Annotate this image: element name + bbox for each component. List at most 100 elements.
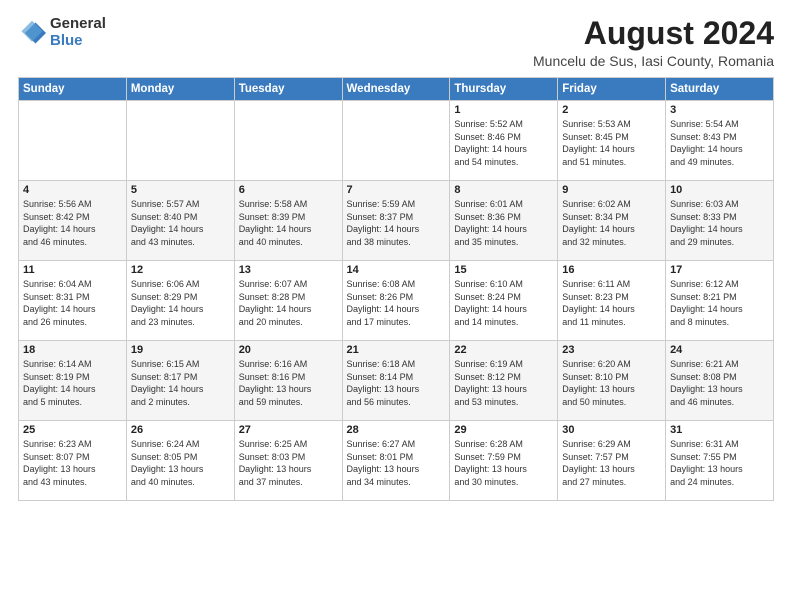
- calendar-cell: 14 Sunrise: 6:08 AM Sunset: 8:26 PM Dayli…: [342, 261, 450, 341]
- day-info: Sunrise: 5:56 AM Sunset: 8:42 PM Dayligh…: [23, 198, 122, 248]
- weekday-header-friday: Friday: [558, 78, 666, 101]
- day-number: 28: [347, 424, 446, 436]
- day-info: Sunrise: 6:10 AM Sunset: 8:24 PM Dayligh…: [454, 278, 553, 328]
- day-number: 26: [131, 424, 230, 436]
- calendar-cell: [234, 101, 342, 181]
- day-info: Sunrise: 6:06 AM Sunset: 8:29 PM Dayligh…: [131, 278, 230, 328]
- day-number: 16: [562, 264, 661, 276]
- day-info: Sunrise: 6:11 AM Sunset: 8:23 PM Dayligh…: [562, 278, 661, 328]
- day-number: 30: [562, 424, 661, 436]
- day-info: Sunrise: 6:15 AM Sunset: 8:17 PM Dayligh…: [131, 358, 230, 408]
- day-info: Sunrise: 6:04 AM Sunset: 8:31 PM Dayligh…: [23, 278, 122, 328]
- calendar-week-row: 18 Sunrise: 6:14 AM Sunset: 8:19 PM Dayli…: [19, 341, 774, 421]
- logo-general-text: General: [50, 16, 106, 33]
- calendar-cell: 23 Sunrise: 6:20 AM Sunset: 8:10 PM Dayli…: [558, 341, 666, 421]
- day-number: 22: [454, 344, 553, 356]
- calendar-cell: 16 Sunrise: 6:11 AM Sunset: 8:23 PM Dayli…: [558, 261, 666, 341]
- day-number: 24: [670, 344, 769, 356]
- day-number: 25: [23, 424, 122, 436]
- day-number: 20: [239, 344, 338, 356]
- day-info: Sunrise: 6:28 AM Sunset: 7:59 PM Dayligh…: [454, 438, 553, 488]
- logo: General Blue: [18, 16, 106, 49]
- day-info: Sunrise: 5:57 AM Sunset: 8:40 PM Dayligh…: [131, 198, 230, 248]
- calendar-cell: 27Sunrise: 6:25 AM Sunset: 8:03 PM Dayli…: [234, 421, 342, 501]
- calendar-cell: 25 Sunrise: 6:23 AM Sunset: 8:07 PM Dayli…: [19, 421, 127, 501]
- day-number: 17: [670, 264, 769, 276]
- calendar-cell: [126, 101, 234, 181]
- calendar-cell: 19Sunrise: 6:15 AM Sunset: 8:17 PM Dayli…: [126, 341, 234, 421]
- day-number: 21: [347, 344, 446, 356]
- day-info: Sunrise: 6:02 AM Sunset: 8:34 PM Dayligh…: [562, 198, 661, 248]
- day-info: Sunrise: 6:14 AM Sunset: 8:19 PM Dayligh…: [23, 358, 122, 408]
- weekday-header-tuesday: Tuesday: [234, 78, 342, 101]
- calendar-cell: 21 Sunrise: 6:18 AM Sunset: 8:14 PM Dayli…: [342, 341, 450, 421]
- day-info: Sunrise: 6:23 AM Sunset: 8:07 PM Dayligh…: [23, 438, 122, 488]
- calendar-week-row: 25 Sunrise: 6:23 AM Sunset: 8:07 PM Dayli…: [19, 421, 774, 501]
- day-info: Sunrise: 5:58 AM Sunset: 8:39 PM Dayligh…: [239, 198, 338, 248]
- subtitle: Muncelu de Sus, Iasi County, Romania: [533, 53, 774, 69]
- day-info: Sunrise: 6:19 AM Sunset: 8:12 PM Dayligh…: [454, 358, 553, 408]
- calendar-cell: 2 Sunrise: 5:53 AM Sunset: 8:45 PM Daylig…: [558, 101, 666, 181]
- day-number: 23: [562, 344, 661, 356]
- day-number: 18: [23, 344, 122, 356]
- calendar-cell: 3Sunrise: 5:54 AM Sunset: 8:43 PM Daylig…: [666, 101, 774, 181]
- weekday-header-monday: Monday: [126, 78, 234, 101]
- day-number: 8: [454, 184, 553, 196]
- day-number: 14: [347, 264, 446, 276]
- calendar-week-row: 11 Sunrise: 6:04 AM Sunset: 8:31 PM Dayli…: [19, 261, 774, 341]
- page: General Blue August 2024 Muncelu de Sus,…: [0, 0, 792, 612]
- day-number: 6: [239, 184, 338, 196]
- day-info: Sunrise: 5:52 AM Sunset: 8:46 PM Dayligh…: [454, 118, 553, 168]
- calendar-table: SundayMondayTuesdayWednesdayThursdayFrid…: [18, 77, 774, 501]
- calendar-cell: 11 Sunrise: 6:04 AM Sunset: 8:31 PM Dayli…: [19, 261, 127, 341]
- calendar-cell: 9 Sunrise: 6:02 AM Sunset: 8:34 PM Daylig…: [558, 181, 666, 261]
- logo-text: General Blue: [50, 16, 106, 49]
- day-info: Sunrise: 5:59 AM Sunset: 8:37 PM Dayligh…: [347, 198, 446, 248]
- day-info: Sunrise: 6:16 AM Sunset: 8:16 PM Dayligh…: [239, 358, 338, 408]
- day-number: 27: [239, 424, 338, 436]
- calendar-cell: 4 Sunrise: 5:56 AM Sunset: 8:42 PM Daylig…: [19, 181, 127, 261]
- calendar-cell: 29Sunrise: 6:28 AM Sunset: 7:59 PM Dayli…: [450, 421, 558, 501]
- day-info: Sunrise: 6:21 AM Sunset: 8:08 PM Dayligh…: [670, 358, 769, 408]
- calendar-cell: 17 Sunrise: 6:12 AM Sunset: 8:21 PM Dayli…: [666, 261, 774, 341]
- calendar-cell: 26 Sunrise: 6:24 AM Sunset: 8:05 PM Dayli…: [126, 421, 234, 501]
- calendar-cell: 30Sunrise: 6:29 AM Sunset: 7:57 PM Dayli…: [558, 421, 666, 501]
- weekday-header-sunday: Sunday: [19, 78, 127, 101]
- calendar-cell: 1 Sunrise: 5:52 AM Sunset: 8:46 PM Daylig…: [450, 101, 558, 181]
- calendar-cell: 20 Sunrise: 6:16 AM Sunset: 8:16 PM Dayli…: [234, 341, 342, 421]
- day-number: 11: [23, 264, 122, 276]
- calendar-cell: 10Sunrise: 6:03 AM Sunset: 8:33 PM Dayli…: [666, 181, 774, 261]
- day-number: 4: [23, 184, 122, 196]
- day-info: Sunrise: 6:07 AM Sunset: 8:28 PM Dayligh…: [239, 278, 338, 328]
- day-info: Sunrise: 6:01 AM Sunset: 8:36 PM Dayligh…: [454, 198, 553, 248]
- day-number: 10: [670, 184, 769, 196]
- calendar-cell: 7Sunrise: 5:59 AM Sunset: 8:37 PM Daylig…: [342, 181, 450, 261]
- day-info: Sunrise: 6:18 AM Sunset: 8:14 PM Dayligh…: [347, 358, 446, 408]
- calendar-cell: 28 Sunrise: 6:27 AM Sunset: 8:01 PM Dayli…: [342, 421, 450, 501]
- day-info: Sunrise: 6:24 AM Sunset: 8:05 PM Dayligh…: [131, 438, 230, 488]
- day-number: 15: [454, 264, 553, 276]
- weekday-header-saturday: Saturday: [666, 78, 774, 101]
- day-number: 13: [239, 264, 338, 276]
- main-title: August 2024: [533, 16, 774, 51]
- day-number: 2: [562, 104, 661, 116]
- calendar-week-row: 1 Sunrise: 5:52 AM Sunset: 8:46 PM Daylig…: [19, 101, 774, 181]
- calendar-cell: 5 Sunrise: 5:57 AM Sunset: 8:40 PM Daylig…: [126, 181, 234, 261]
- day-number: 5: [131, 184, 230, 196]
- logo-blue-text: Blue: [50, 33, 106, 50]
- day-number: 3: [670, 104, 769, 116]
- day-info: Sunrise: 6:08 AM Sunset: 8:26 PM Dayligh…: [347, 278, 446, 328]
- calendar-cell: 18 Sunrise: 6:14 AM Sunset: 8:19 PM Dayli…: [19, 341, 127, 421]
- day-number: 1: [454, 104, 553, 116]
- weekday-header-wednesday: Wednesday: [342, 78, 450, 101]
- day-info: Sunrise: 6:12 AM Sunset: 8:21 PM Dayligh…: [670, 278, 769, 328]
- day-info: Sunrise: 5:53 AM Sunset: 8:45 PM Dayligh…: [562, 118, 661, 168]
- calendar-cell: 13 Sunrise: 6:07 AM Sunset: 8:28 PM Dayli…: [234, 261, 342, 341]
- header: General Blue August 2024 Muncelu de Sus,…: [18, 16, 774, 69]
- day-info: Sunrise: 6:20 AM Sunset: 8:10 PM Dayligh…: [562, 358, 661, 408]
- calendar-week-row: 4 Sunrise: 5:56 AM Sunset: 8:42 PM Daylig…: [19, 181, 774, 261]
- calendar-cell: 8 Sunrise: 6:01 AM Sunset: 8:36 PM Daylig…: [450, 181, 558, 261]
- day-info: Sunrise: 6:27 AM Sunset: 8:01 PM Dayligh…: [347, 438, 446, 488]
- calendar-cell: 22 Sunrise: 6:19 AM Sunset: 8:12 PM Dayli…: [450, 341, 558, 421]
- day-number: 9: [562, 184, 661, 196]
